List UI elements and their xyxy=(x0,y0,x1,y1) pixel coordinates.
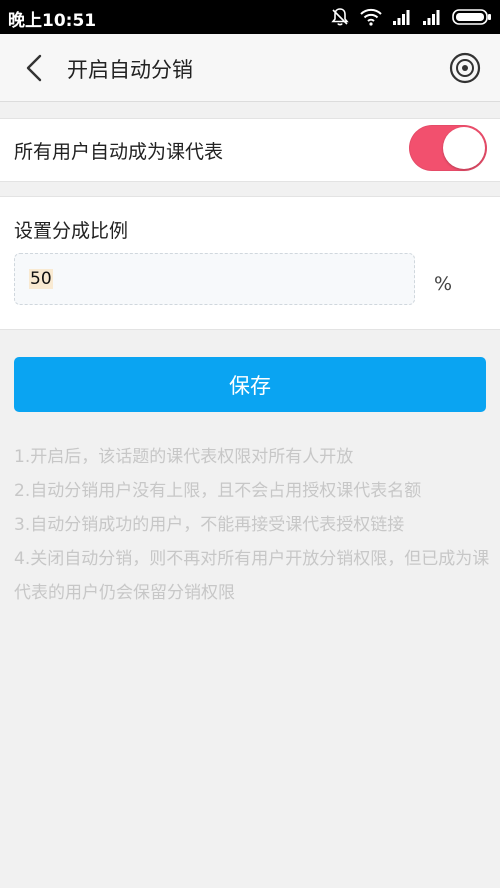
signal-icon-secondary xyxy=(422,8,442,26)
auto-distribution-label: 所有用户自动成为课代表 xyxy=(14,141,224,163)
notes-list: 1.开启后，该话题的课代表权限对所有人开放 2.自动分销用户没有上限，且不会占用… xyxy=(14,440,490,610)
note-item: 2.自动分销用户没有上限，且不会占用授权课代表名额 xyxy=(14,481,422,501)
commission-ratio-value: 50 xyxy=(29,269,53,289)
back-arrow-icon[interactable] xyxy=(20,52,50,84)
auto-distribution-toggle[interactable] xyxy=(409,125,487,171)
status-bar: 晚上10:51 xyxy=(0,0,500,34)
battery-icon xyxy=(452,8,492,26)
status-icons xyxy=(330,6,492,28)
status-time: 晚上10:51 xyxy=(8,11,97,31)
commission-ratio-label: 设置分成比例 xyxy=(14,220,129,242)
signal-icon xyxy=(392,8,412,26)
note-item: 3.自动分销成功的用户，不能再接受课代表授权链接 xyxy=(14,515,405,535)
percent-unit: % xyxy=(434,273,453,295)
auto-distribution-row: 所有用户自动成为课代表 xyxy=(0,118,500,182)
page-title: 开启自动分销 xyxy=(67,58,193,82)
commission-ratio-input[interactable]: 50 xyxy=(14,253,415,305)
note-item: 4.关闭自动分销，则不再对所有用户开放分销权限，但已成为课代表的用户仍会保留分销… xyxy=(14,549,490,603)
app-header: 开启自动分销 xyxy=(0,34,500,102)
commission-ratio-section: 设置分成比例 50 % xyxy=(0,196,500,330)
note-item: 1.开启后，该话题的课代表权限对所有人开放 xyxy=(14,447,354,467)
broadcast-settings-icon[interactable] xyxy=(448,51,482,85)
toggle-knob xyxy=(443,127,485,169)
save-button[interactable]: 保存 xyxy=(14,357,486,412)
bell-muted-icon xyxy=(330,7,350,27)
wifi-icon xyxy=(360,8,382,26)
